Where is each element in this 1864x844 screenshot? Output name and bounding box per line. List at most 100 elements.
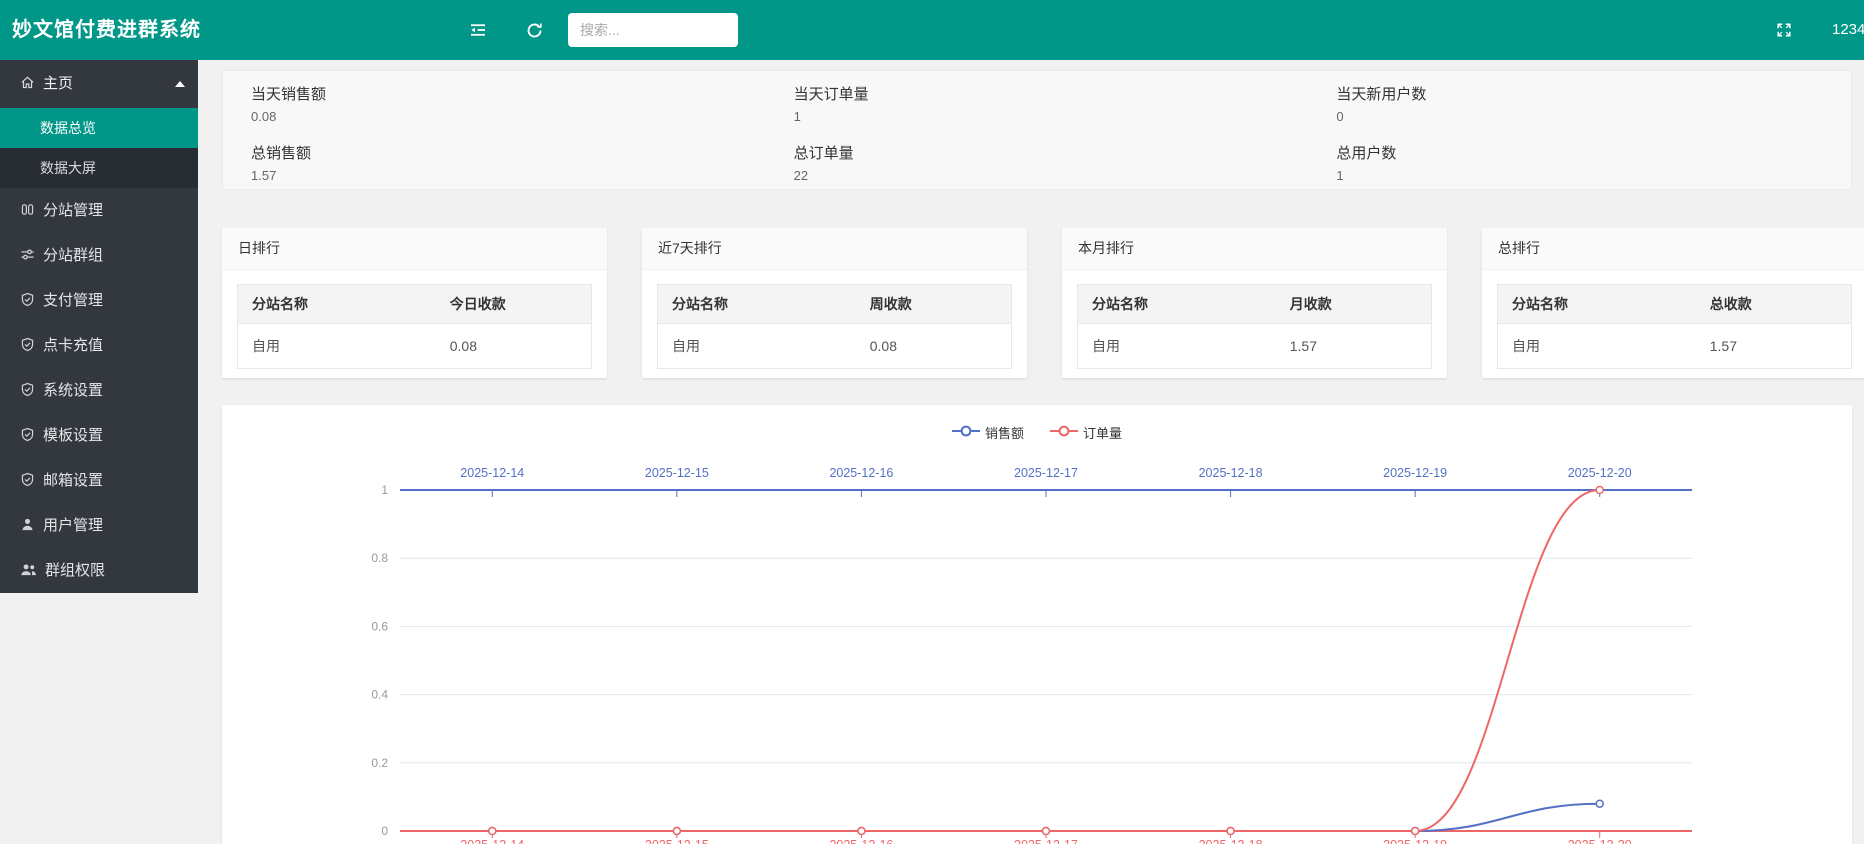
- sidebar-item-label: 系统设置: [43, 382, 103, 399]
- shield-check-icon: [20, 325, 35, 370]
- data-point-订单量: [1596, 487, 1603, 494]
- table-column-header: 总收款: [1696, 285, 1852, 324]
- stat-column: 当天订单量1总订单量22: [766, 79, 1309, 189]
- x-axis-label-bottom: 2025-12-15: [645, 838, 709, 844]
- refresh-icon[interactable]: [514, 0, 554, 60]
- username-label[interactable]: 12345: [1832, 0, 1864, 60]
- sidebar-item-4[interactable]: 分站群组: [0, 233, 198, 278]
- sidebar-item-11[interactable]: 群组权限: [0, 548, 198, 593]
- sidebar-item-7[interactable]: 系统设置: [0, 368, 198, 413]
- sidebar-item-label: 模板设置: [43, 427, 103, 444]
- sidebar-item-label: 点卡充值: [43, 337, 103, 354]
- y-axis-label: 0: [381, 824, 388, 838]
- table-column-header: 今日收款: [436, 285, 592, 324]
- sidebar-item-label: 主页: [43, 75, 73, 92]
- y-axis-label: 1: [381, 483, 388, 497]
- fullscreen-icon[interactable]: [1764, 0, 1804, 60]
- sidebar-item-8[interactable]: 模板设置: [0, 413, 198, 458]
- shield-check-icon: [20, 280, 35, 325]
- y-axis-label: 0.8: [371, 551, 388, 565]
- stat-value: 0: [1336, 108, 1851, 126]
- x-axis-label-bottom: 2025-12-14: [460, 838, 524, 844]
- sidebar-item-3[interactable]: 分站管理: [0, 188, 198, 233]
- table-column-header: 分站名称: [1078, 285, 1276, 324]
- table-cell: 自用: [658, 324, 856, 369]
- stat-value: 1.57: [251, 167, 766, 185]
- ranking-table: 分站名称周收款自用0.08: [657, 284, 1012, 369]
- data-point-订单量: [673, 828, 680, 835]
- stat-value: 22: [794, 167, 1309, 185]
- stat-label: 当天订单量: [794, 81, 1309, 108]
- chevron-up-icon: [175, 81, 185, 87]
- ranking-card-1: 近7天排行分站名称周收款自用0.08: [642, 228, 1027, 378]
- x-axis-label-top: 2025-12-17: [1014, 466, 1078, 480]
- collapse-menu-icon[interactable]: [458, 0, 498, 60]
- x-axis-label-top: 2025-12-18: [1199, 466, 1263, 480]
- table-cell: 自用: [1498, 324, 1696, 369]
- table-cell: 自用: [1078, 324, 1276, 369]
- sidebar-item-0[interactable]: 主页: [0, 60, 198, 108]
- table-cell: 0.08: [436, 324, 592, 369]
- sidebar-item-9[interactable]: 邮箱设置: [0, 458, 198, 503]
- table-column-header: 分站名称: [238, 285, 436, 324]
- ranking-card-body: 分站名称月收款自用1.57: [1062, 270, 1447, 369]
- data-point-销售额: [1596, 800, 1603, 807]
- data-point-订单量: [858, 828, 865, 835]
- sidebar-item-5[interactable]: 支付管理: [0, 278, 198, 323]
- stats-overview-panel: 当天销售额0.08总销售额1.57当天订单量1总订单量22当天新用户数0总用户数…: [222, 70, 1852, 190]
- stat-label: 当天新用户数: [1336, 81, 1851, 108]
- sidebar-item-label: 分站群组: [43, 247, 103, 264]
- sales-orders-chart: 00.20.40.60.812025-12-142025-12-152025-1…: [222, 405, 1852, 844]
- data-point-订单量: [1412, 828, 1419, 835]
- ranking-table: 分站名称今日收款自用0.08: [237, 284, 592, 369]
- stat-label: 总销售额: [251, 140, 766, 167]
- user-icon: [20, 505, 35, 550]
- table-cell: 自用: [238, 324, 436, 369]
- table-row: 自用1.57: [1498, 324, 1852, 369]
- x-axis-label-top: 2025-12-20: [1568, 466, 1632, 480]
- x-axis-label-top: 2025-12-19: [1383, 466, 1447, 480]
- table-header-row: 分站名称今日收款: [238, 285, 592, 324]
- stat-label: 当天销售额: [251, 81, 766, 108]
- x-axis-label-bottom: 2025-12-16: [829, 838, 893, 844]
- sidebar-item-2[interactable]: 数据大屏: [0, 148, 198, 188]
- table-column-header: 月收款: [1276, 285, 1432, 324]
- stat-label: 总用户数: [1336, 140, 1851, 167]
- data-point-订单量: [489, 828, 496, 835]
- search-input[interactable]: [568, 13, 738, 47]
- y-axis-label: 0.4: [371, 688, 388, 702]
- table-row: 自用1.57: [1078, 324, 1432, 369]
- ranking-table: 分站名称总收款自用1.57: [1497, 284, 1852, 369]
- table-column-header: 周收款: [856, 285, 1012, 324]
- table-cell: 1.57: [1696, 324, 1852, 369]
- shield-check-icon: [20, 370, 35, 415]
- sidebar-item-10[interactable]: 用户管理: [0, 503, 198, 548]
- x-axis-label-top: 2025-12-16: [829, 466, 893, 480]
- table-row: 自用0.08: [658, 324, 1012, 369]
- sidebar-nav: 主页数据总览数据大屏分站管理分站群组支付管理点卡充值系统设置模板设置邮箱设置用户…: [0, 60, 198, 593]
- x-axis-label-bottom: 2025-12-19: [1383, 838, 1447, 844]
- ranking-card-2: 本月排行分站名称月收款自用1.57: [1062, 228, 1447, 378]
- sidebar-item-6[interactable]: 点卡充值: [0, 323, 198, 368]
- table-header-row: 分站名称总收款: [1498, 285, 1852, 324]
- sidebar-item-label: 分站管理: [43, 202, 103, 219]
- sidebar-item-1[interactable]: 数据总览: [0, 108, 198, 148]
- shield-check-icon: [20, 460, 35, 505]
- ranking-card-body: 分站名称总收款自用1.57: [1482, 270, 1864, 369]
- ranking-card-title: 日排行: [222, 228, 607, 270]
- dashboard-page: 妙文馆付费进群系统 12345 主页数据总览数据大屏分站管理分站群组支付管理点卡…: [0, 0, 1864, 844]
- data-point-订单量: [1043, 828, 1050, 835]
- app-title: 妙文馆付费进群系统: [12, 0, 201, 60]
- x-axis-label-bottom: 2025-12-18: [1199, 838, 1263, 844]
- sidebar-item-label: 群组权限: [45, 562, 105, 579]
- stat-value: 1: [1336, 167, 1851, 185]
- data-point-订单量: [1227, 828, 1234, 835]
- table-column-header: 分站名称: [658, 285, 856, 324]
- ranking-table: 分站名称月收款自用1.57: [1077, 284, 1432, 369]
- sidebar-item-label: 支付管理: [43, 292, 103, 309]
- x-axis-label-top: 2025-12-15: [645, 466, 709, 480]
- ranking-card-title: 近7天排行: [642, 228, 1027, 270]
- sidebar-item-label: 数据大屏: [40, 160, 96, 176]
- sidebar-item-label: 用户管理: [43, 517, 103, 534]
- ranking-card-title: 总排行: [1482, 228, 1864, 270]
